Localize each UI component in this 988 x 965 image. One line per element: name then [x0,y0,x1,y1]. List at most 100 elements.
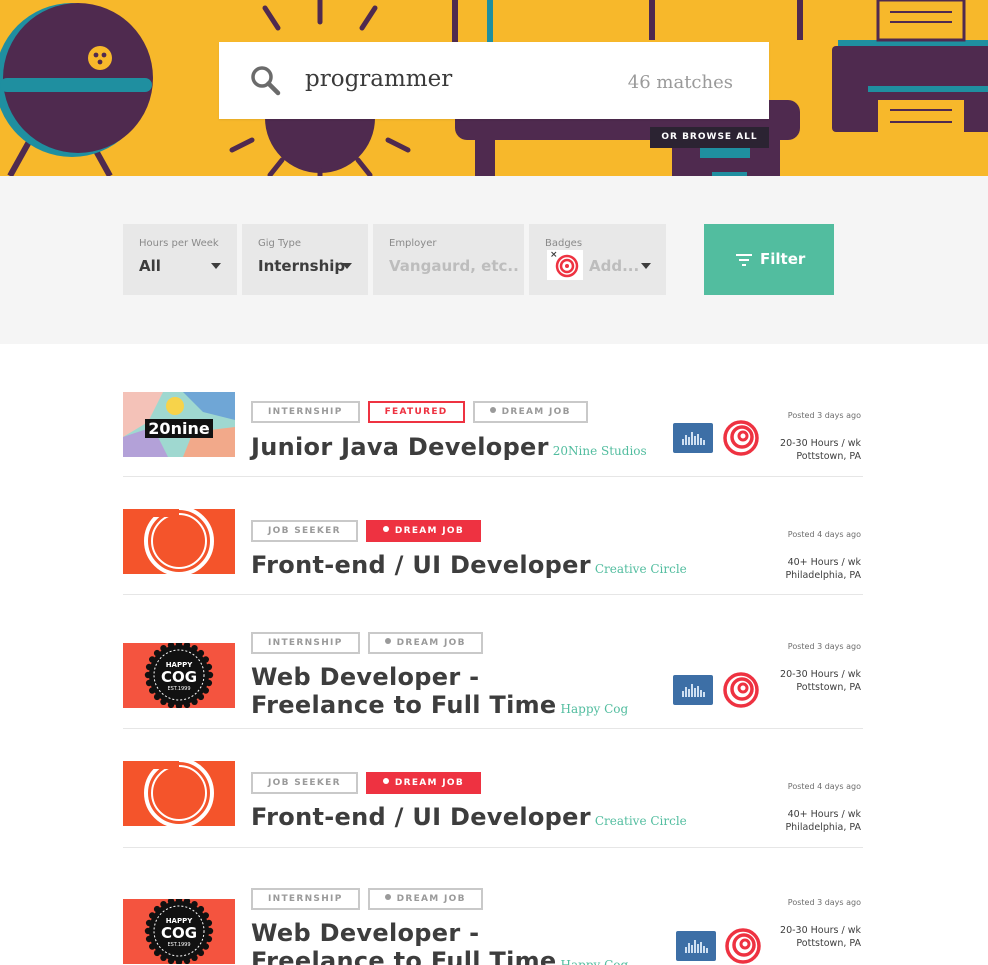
search-icon [251,66,281,96]
dot-icon [382,778,389,784]
gig-type-select[interactable]: Gig Type Internship [242,224,368,295]
svg-text:COG: COG [161,924,197,942]
filter-icon [736,254,752,266]
spiral-badge-icon[interactable] [724,927,762,965]
tag-label: INTERNSHIP [268,407,343,417]
tag-label: DREAM JOB [501,407,571,417]
chevron-down-icon [342,263,352,269]
tag-badge: DREAM JOB [365,772,481,794]
hours-per-week-select[interactable]: Hours per Week All [123,224,237,295]
company-name[interactable]: Happy Cog [561,958,629,965]
hours-per-week: 20-30 Hours / wk [780,925,861,936]
hours-per-week: 40+ Hours / wk [787,557,861,568]
job-meta: Posted 4 days ago 40+ Hours / wk Philadelp… [785,528,861,582]
filter-button[interactable]: Filter [704,224,834,295]
filter-button-label: Filter [760,250,806,268]
browse-all-button[interactable]: OR BROWSE ALL [650,127,769,148]
dot-icon [489,407,496,413]
company-logo[interactable]: HAPPY COG EST.1999 [123,643,235,708]
posted-date: Posted 3 days ago [787,642,861,651]
dot-icon [382,526,389,532]
tag-badge: DREAM JOB [367,632,483,654]
dot-icon [384,894,391,900]
selected-badge-chip[interactable]: × [547,250,583,280]
tag-label: DREAM JOB [394,778,464,788]
job-listing-row[interactable]: JOB SEEKER DREAM JOB Front-end / UI Develo… [123,500,863,595]
job-title-line: Web Developer - [251,919,480,947]
job-meta: Posted 3 days ago 20-30 Hours / wk Pottsto… [780,409,861,463]
filter-bar: Hours per Week All Gig Type Internship E… [0,176,988,344]
job-location: Pottstown, PA [796,682,861,693]
job-title[interactable]: Web Developer - Freelance to Full Time Hap… [251,919,628,965]
job-listing-row[interactable]: JOB SEEKER DREAM JOB Front-end / UI Develo… [123,752,863,848]
tag-badge: DREAM JOB [365,520,481,542]
tag-badge: DREAM JOB [367,888,483,910]
equalizer-badge-icon[interactable] [673,423,713,457]
company-name[interactable]: Creative Circle [595,814,687,828]
job-title[interactable]: Junior Java Developer 20Nine Studios [251,433,647,465]
job-meta: Posted 3 days ago 20-30 Hours / wk Pottsto… [780,896,861,950]
spiral-badge-icon[interactable] [722,671,760,713]
printer-illustration [832,0,988,140]
hours-label: Hours per Week [139,238,219,249]
tag-label: JOB SEEKER [268,526,341,536]
hours-per-week: 20-30 Hours / wk [780,438,861,449]
company-name[interactable]: Happy Cog [561,702,629,716]
grill-illustration [0,3,153,176]
employer-input[interactable]: Employer Vangaurd, etc.. [373,224,524,295]
equalizer-badge-icon[interactable] [673,675,713,709]
tag-label: INTERNSHIP [268,638,343,648]
search-box[interactable]: programmer 46 matches [219,42,769,119]
dot-icon [384,638,391,644]
tag-badge: INTERNSHIP [251,632,360,654]
hours-per-week: 20-30 Hours / wk [780,669,861,680]
badges-label: Badges [545,238,583,249]
company-logo[interactable] [123,761,235,826]
equalizer-badge-icon[interactable] [676,931,716,965]
spiral-badge-icon[interactable] [722,419,760,461]
svg-text:EST.1999: EST.1999 [167,942,190,948]
tag-label: DREAM JOB [396,638,466,648]
job-title-line: Freelance to Full Time [251,947,557,965]
badges-select[interactable]: Badges × Add... [529,224,666,295]
chevron-down-icon [211,263,221,269]
remove-badge-icon[interactable]: × [550,250,558,260]
badges-placeholder: Add... [589,257,640,275]
company-logo[interactable]: HAPPY COG EST.1999 [123,899,235,964]
company-logo[interactable]: 20nine [123,392,235,457]
svg-text:20nine: 20nine [148,419,210,438]
tag-list: INTERNSHIP DREAM JOB [251,888,483,910]
tag-label: DREAM JOB [394,526,464,536]
tag-label: INTERNSHIP [268,894,343,904]
match-count: 46 matches [627,72,733,93]
job-location: Pottstown, PA [796,938,861,949]
job-listing-row[interactable]: 20nine INTERNSHIP FEATURED DREAM JOB Junior … [123,381,863,477]
job-title[interactable]: Front-end / UI Developer Creative Circle [251,551,687,583]
job-meta: Posted 3 days ago 20-30 Hours / wk Pottsto… [780,640,861,694]
tag-list: JOB SEEKER DREAM JOB [251,520,481,542]
job-listing-row[interactable]: HAPPY COG EST.1999 INTERNSHIP DREAM JOB Web D… [123,868,863,965]
svg-text:EST.1999: EST.1999 [167,686,190,692]
job-location: Philadelphia, PA [785,822,861,833]
job-title[interactable]: Web Developer - Freelance to Full Time Hap… [251,663,628,723]
tag-list: INTERNSHIP FEATURED DREAM JOB [251,401,588,423]
hours-value: All [139,257,161,275]
employer-label: Employer [389,238,437,249]
chevron-down-icon [641,263,651,269]
search-input[interactable]: programmer [305,66,452,92]
company-logo[interactable] [123,509,235,574]
tag-badge: INTERNSHIP [251,888,360,910]
tag-list: JOB SEEKER DREAM JOB [251,772,481,794]
job-title-line: Front-end / UI Developer [251,803,591,831]
employer-placeholder: Vangaurd, etc.. [389,257,519,275]
company-name[interactable]: Creative Circle [595,562,687,576]
gig-type-label: Gig Type [258,238,302,249]
job-meta: Posted 4 days ago 40+ Hours / wk Philadelp… [785,780,861,834]
company-name[interactable]: 20Nine Studios [553,444,647,458]
job-title[interactable]: Front-end / UI Developer Creative Circle [251,803,687,835]
posted-date: Posted 3 days ago [787,898,861,907]
job-title-line: Front-end / UI Developer [251,551,591,579]
tag-list: INTERNSHIP DREAM JOB [251,632,483,654]
tag-label: JOB SEEKER [268,778,341,788]
job-listing-row[interactable]: HAPPY COG EST.1999 INTERNSHIP DREAM JOB Web D… [123,612,863,729]
